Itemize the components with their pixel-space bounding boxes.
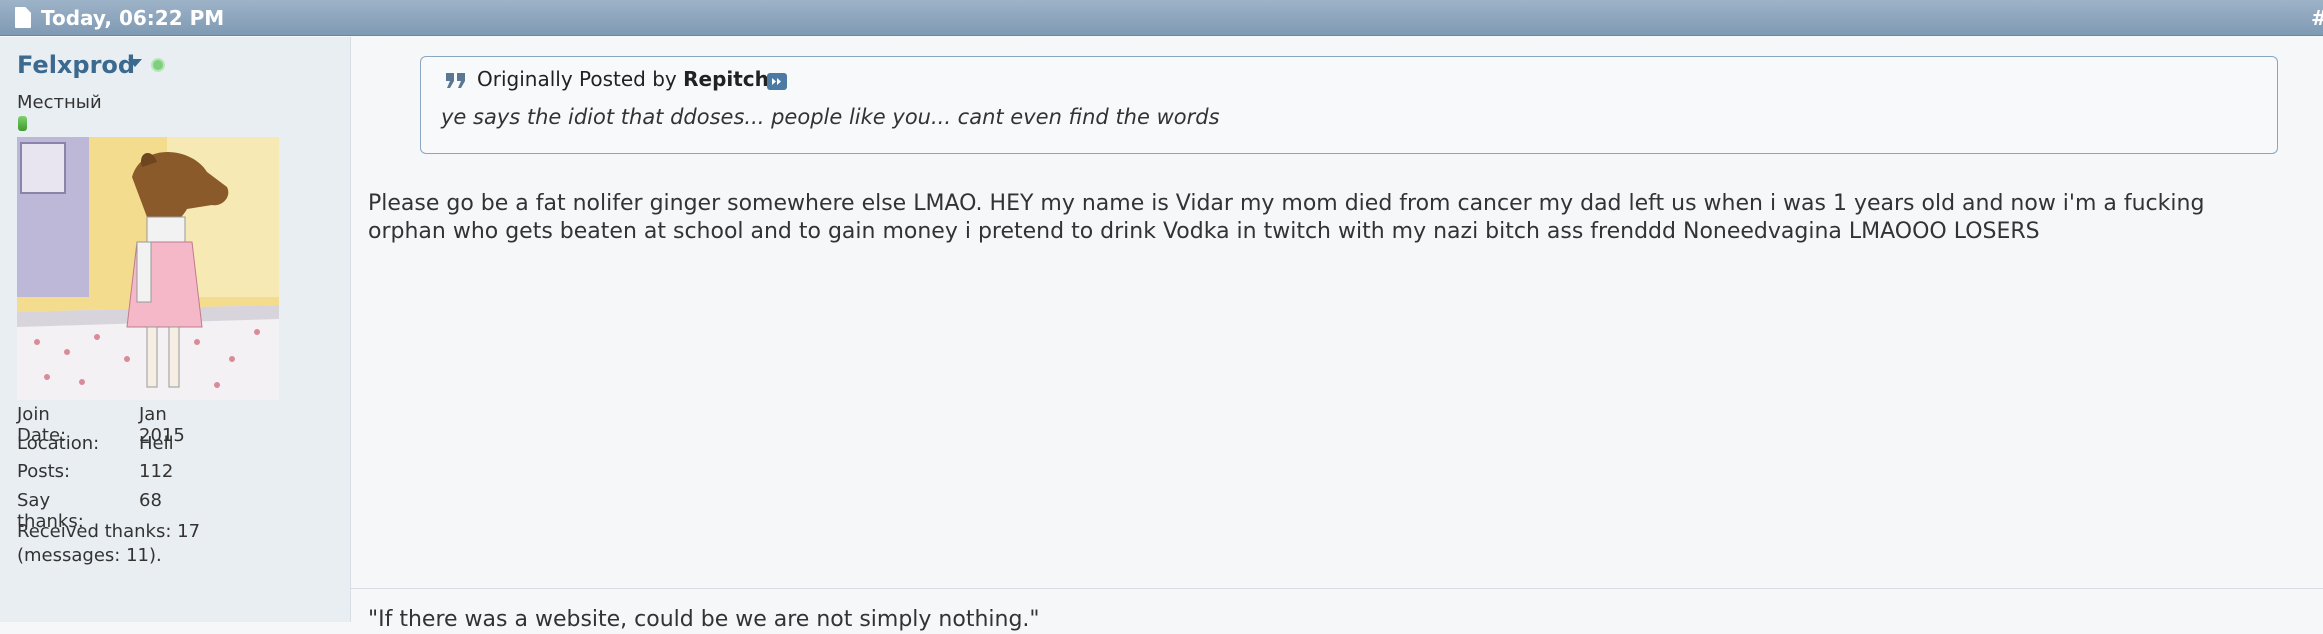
user-title: Местный (17, 92, 102, 113)
username-link[interactable]: Felxprod (17, 51, 135, 79)
post-header: Today, 06:22 PM # (0, 0, 2323, 36)
online-status-icon (151, 58, 165, 72)
quote-block: Originally Posted by Repitchx ye says th… (420, 56, 2278, 154)
reputation-icon (18, 116, 27, 131)
quote-text: ye says the idiot that ddoses... people … (441, 105, 1220, 129)
post-date: Today, 06:22 PM (41, 6, 225, 30)
post-number-link[interactable]: # (2311, 0, 2323, 36)
document-icon (15, 7, 31, 28)
chevron-down-icon[interactable] (128, 59, 142, 67)
user-info-panel: Felxprod Местный Join Date: Jan 2015 Loc… (0, 37, 351, 622)
stat-received-thanks: Received thanks: 17 (messages: 11). (17, 521, 201, 566)
quote-header: Originally Posted by Repitchx (477, 67, 782, 91)
signature: "If there was a website, could be we are… (368, 607, 1040, 632)
quote-prefix: Originally Posted by (477, 67, 684, 91)
signature-divider (350, 588, 2323, 589)
quote-icon (446, 73, 465, 88)
view-post-icon[interactable] (767, 73, 787, 90)
avatar[interactable] (17, 137, 279, 400)
avatar-image (17, 137, 279, 400)
post-message: Please go be a fat nolifer ginger somewh… (368, 191, 2205, 244)
